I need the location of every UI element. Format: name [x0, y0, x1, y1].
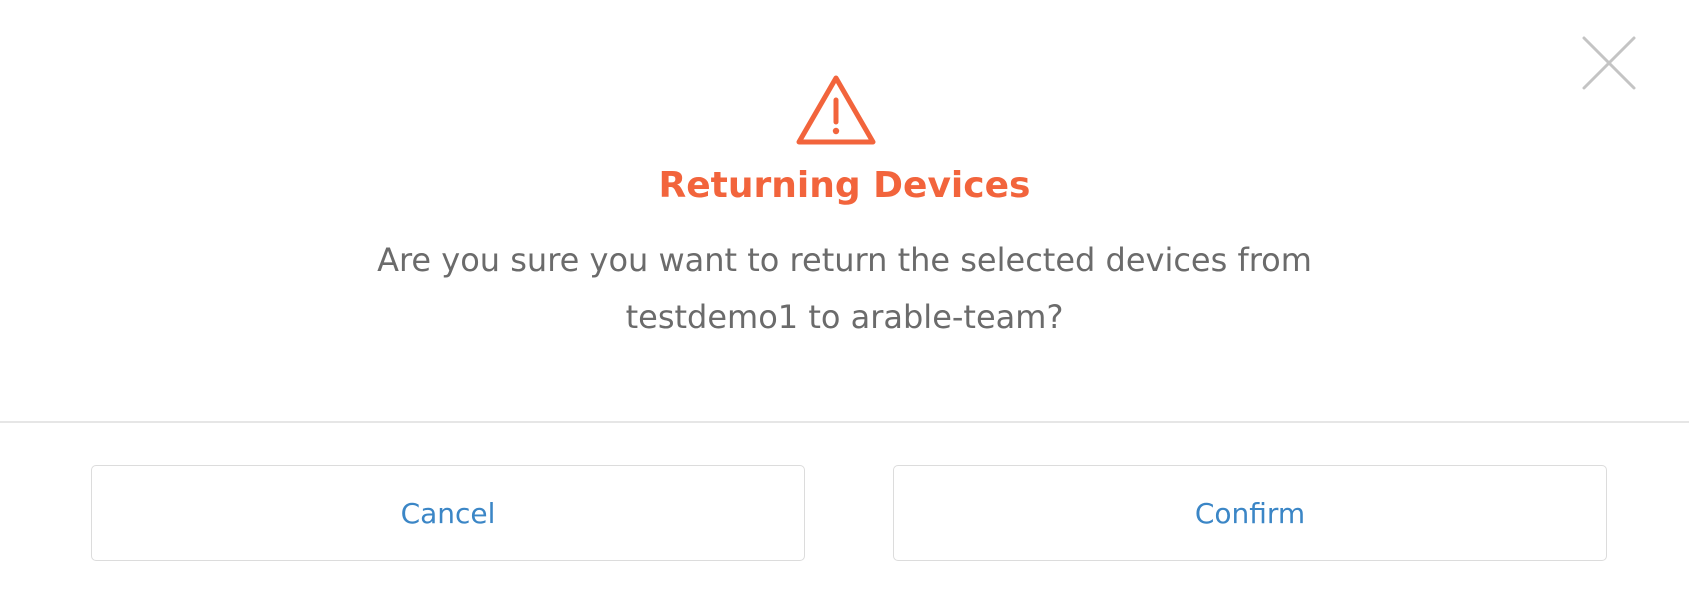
- close-icon: [1582, 36, 1636, 90]
- dialog-title: Returning Devices: [658, 165, 1031, 206]
- warning-triangle-icon: [793, 72, 879, 148]
- dialog-message-line-2: testdemo1 to arable-team?: [625, 298, 1064, 336]
- close-button[interactable]: [1578, 32, 1640, 94]
- cancel-button[interactable]: Cancel: [91, 465, 805, 561]
- dialog-message-line-1: Are you sure you want to return the sele…: [377, 241, 1312, 279]
- return-devices-dialog: Returning Devices Are you sure you want …: [0, 0, 1689, 596]
- confirm-button[interactable]: Confirm: [893, 465, 1607, 561]
- footer-divider: [0, 421, 1689, 423]
- dialog-message: Are you sure you want to return the sele…: [0, 232, 1689, 346]
